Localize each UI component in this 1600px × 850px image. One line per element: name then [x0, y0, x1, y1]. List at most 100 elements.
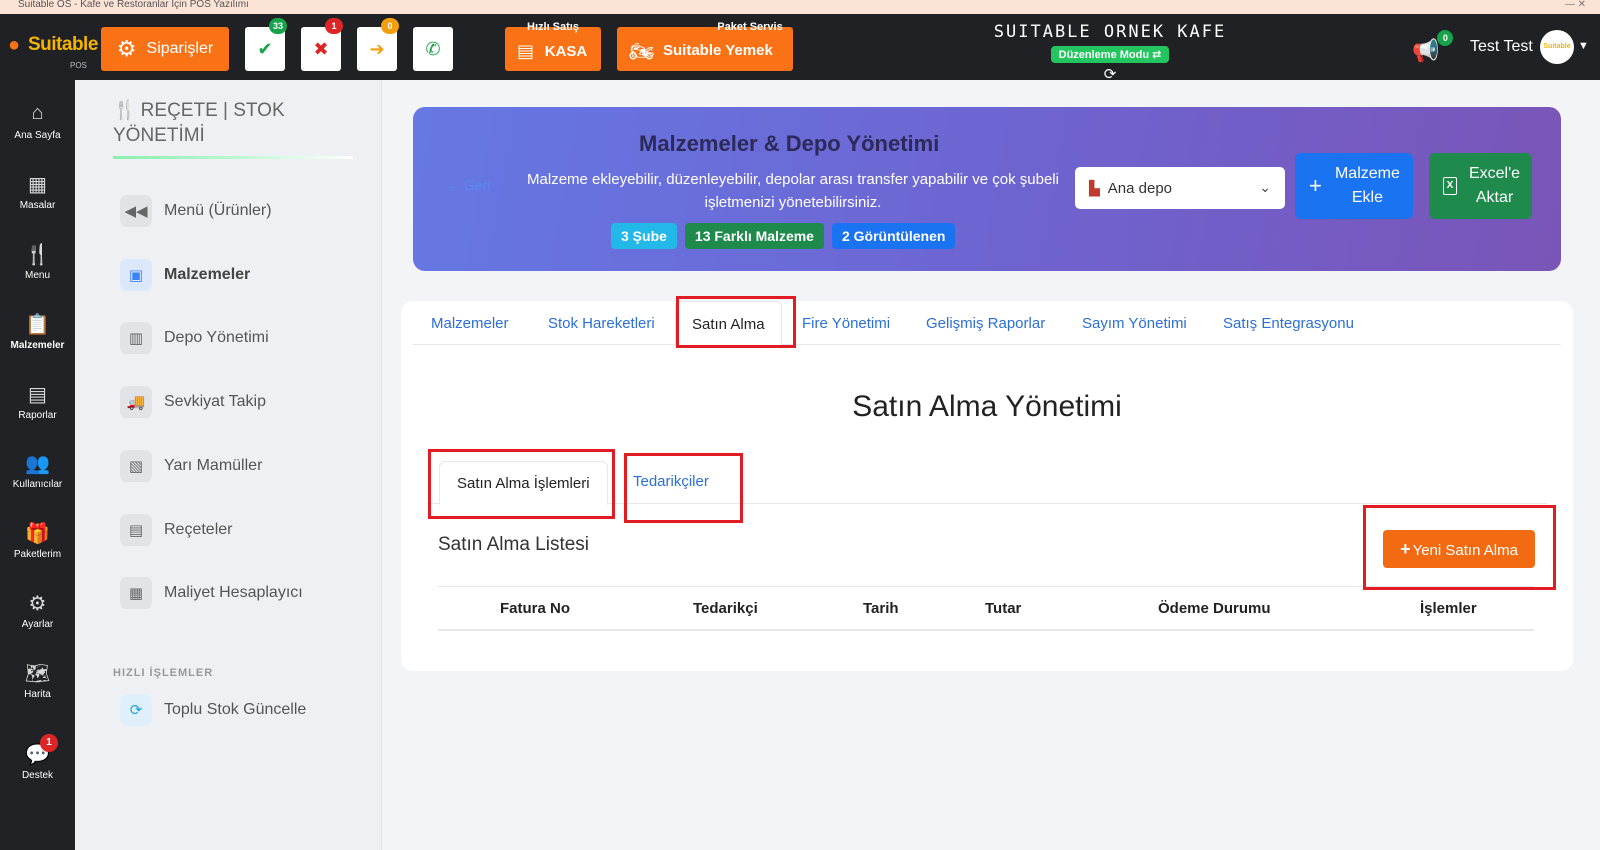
tab-purchase[interactable]: Satın Alma	[675, 301, 782, 346]
paket-caption: Paket Servis	[717, 21, 783, 33]
fork-knife-icon: 🍴	[113, 100, 137, 121]
rail-item-label: Kullanıcılar	[12, 479, 63, 490]
rail-item-label: Menu	[24, 270, 50, 281]
window-controls[interactable]: — ✕	[1565, 0, 1586, 10]
rail-item-tables[interactable]: ▦ Masalar	[0, 172, 75, 211]
stock-sidebar: 🍴 REÇETE | STOK YÖNETİMİ ◀◀ Menü (Ürünler)…	[75, 80, 382, 850]
gears-icon: ⚙	[116, 36, 137, 61]
refresh-icon[interactable]: ⟳	[975, 65, 1245, 83]
stat-chip: 3 Şube	[611, 223, 677, 249]
tab-stock-movements[interactable]: Stok Hareketleri	[548, 315, 655, 332]
sidebar-item-cost-calculator[interactable]: ▦ Maliyet Hesaplayıcı	[120, 576, 303, 610]
column-header: Fatura No	[500, 600, 571, 617]
sidebar-item-menu-products[interactable]: ◀◀ Menü (Ürünler)	[120, 194, 272, 228]
quick-cancel-button[interactable]: ✖ 1	[301, 18, 343, 71]
rail-item-materials[interactable]: 📋 Malzemeler	[0, 312, 75, 351]
rail-item-settings[interactable]: ⚙ Ayarlar	[0, 591, 75, 630]
megaphone-icon: 📢	[1412, 38, 1440, 63]
sidebar-title-underline	[113, 156, 353, 159]
caret-down-icon[interactable]: ▼	[1578, 40, 1589, 52]
avatar[interactable]: Suitable	[1540, 30, 1574, 64]
new-purchase-button[interactable]: + Yeni Satın Alma	[1383, 530, 1535, 568]
sidebar-item-recipes[interactable]: ▤ Reçeteler	[120, 513, 232, 547]
column-header: Ödeme Durumu	[1158, 600, 1271, 617]
sidebar-item-warehouse[interactable]: ▥ Depo Yönetimi	[120, 321, 269, 355]
quick-actions-heading: HIZLI İŞLEMLER	[113, 667, 214, 679]
rail-item-label: Raporlar	[18, 410, 57, 421]
window-titlebar: Suitable OS - Kafe ve Restoranlar İçin P…	[0, 0, 1600, 14]
edit-mode-toggle[interactable]: Düzenleme Modu ⇄	[1050, 46, 1170, 63]
orders-label: Siparişler	[146, 40, 214, 57]
settings-icon: ⚙	[28, 593, 47, 615]
logo-text: Suitable	[28, 34, 98, 55]
main-nav-rail: ⌂ Ana Sayfa ▦ Masalar 🍴 Menu 📋 Malzemeler ▤ Rapor…	[0, 80, 75, 850]
users-icon: 👥	[25, 453, 50, 475]
recipes-icon: ▤	[120, 514, 152, 546]
purchase-list-title: Satın Alma Listesi	[438, 534, 590, 555]
sidebar-item-semi-products[interactable]: ▧ Yarı Mamüller	[120, 449, 262, 483]
excel-icon: X	[1443, 177, 1457, 195]
rail-item-reports[interactable]: ▤ Raporlar	[0, 382, 75, 421]
tab-sales-integration[interactable]: Satış Entegrasyonu	[1223, 315, 1354, 332]
hero-stat-chips: 3 Şube 13 Farklı Malzeme 2 Görüntülenen	[611, 223, 956, 249]
quick-transfer-button[interactable]: ➔ 0	[357, 18, 399, 71]
tab-materials[interactable]: Malzemeler	[431, 315, 509, 332]
tab-waste[interactable]: Fire Yönetimi	[802, 315, 890, 332]
quick-approve-button[interactable]: ✔ 33	[245, 18, 287, 71]
home-icon: ⌂	[31, 102, 44, 124]
window-title: Suitable OS - Kafe ve Restoranlar İçin P…	[18, 0, 249, 10]
plus-icon: +	[1400, 539, 1411, 559]
rail-item-users[interactable]: 👥 Kullanıcılar	[0, 451, 75, 490]
motorcycle-icon: 🏍	[629, 41, 655, 63]
location-pin-icon: ●	[8, 34, 21, 56]
hero-title: Malzemeler & Depo Yönetimi	[639, 131, 940, 156]
transfer-icon: ➔	[369, 38, 385, 59]
rail-item-label: Destek	[21, 770, 54, 781]
shipment-icon: 🚚	[120, 386, 152, 418]
orders-button[interactable]: ⚙ Siparişler	[101, 27, 229, 71]
back-link[interactable]: ← Geri	[446, 177, 490, 193]
tab-count[interactable]: Sayım Yönetimi	[1082, 315, 1187, 332]
rail-item-packages[interactable]: 🎁 Paketlerim	[0, 521, 75, 560]
quick-sale-kasa-button[interactable]: Hızlı Satış ▤ KASA	[505, 21, 601, 71]
tab-advanced-reports[interactable]: Gelişmiş Raporlar	[926, 315, 1045, 332]
materials-hero-banner: ← Geri Malzemeler & Depo Yönetimi Malzem…	[413, 107, 1561, 271]
rail-item-label: Paketlerim	[13, 549, 62, 560]
cafe-header: SUITABLE ORNEK KAFE Düzenleme Modu ⇄ ⟳	[975, 22, 1245, 83]
kasa-label: KASA	[544, 43, 588, 60]
add-material-button[interactable]: + Malzeme Ekle	[1295, 153, 1413, 219]
quick-phone-button[interactable]: ✆	[413, 27, 453, 71]
rail-item-home[interactable]: ⌂ Ana Sayfa	[0, 102, 75, 141]
sidebar-title: 🍴 REÇETE | STOK YÖNETİMİ	[113, 100, 285, 146]
support-icon: 💬	[25, 744, 50, 766]
logo-subtext: POS	[70, 61, 87, 70]
column-header: Tarih	[863, 600, 899, 617]
cost-calculator-icon: ▦	[120, 577, 152, 609]
sidebar-item-label: Toplu Stok Güncelle	[164, 701, 307, 718]
stat-chip: 2 Görüntülenen	[831, 223, 956, 249]
cafe-name: SUITABLE ORNEK KAFE	[993, 22, 1227, 42]
rail-item-support[interactable]: 💬 Destek 1	[0, 734, 75, 781]
sidebar-item-bulk-stock-update[interactable]: ⟳ Toplu Stok Güncelle	[120, 693, 306, 727]
package-service-button[interactable]: Paket Servis 🏍 Suitable Yemek	[617, 21, 793, 71]
sidebar-item-materials[interactable]: ▣ Malzemeler	[120, 258, 250, 292]
chevron-down-icon: ⌄	[1259, 179, 1271, 195]
tables-icon: ▦	[28, 174, 47, 196]
app-logo[interactable]: ● Suitable POS	[8, 28, 98, 70]
sidebar-item-shipment[interactable]: 🚚 Sevkiyat Takip	[120, 385, 266, 419]
export-excel-label: Excel'e Aktar	[1468, 165, 1521, 206]
rail-item-map[interactable]: 🗺 Harita	[0, 661, 75, 700]
announcement-button[interactable]: 📢 0	[1412, 30, 1454, 64]
sidebar-item-label: Malzemeler	[164, 266, 251, 283]
depot-select[interactable]: ▙ Ana depo ⌄	[1075, 167, 1285, 209]
subtab-suppliers[interactable]: Tedarikçiler	[633, 473, 709, 490]
sidebar-item-label: Depo Yönetimi	[164, 329, 269, 346]
rail-item-menu[interactable]: 🍴 Menu	[0, 242, 75, 281]
approve-icon: ✔	[257, 38, 273, 59]
subtab-purchase-operations[interactable]: Satın Alma İşlemleri	[439, 461, 608, 505]
export-excel-button[interactable]: X Excel'e Aktar	[1429, 153, 1532, 219]
rail-item-label: Ana Sayfa	[14, 130, 61, 141]
user-name[interactable]: Test Test	[1470, 38, 1533, 56]
sidebar-item-label: Yarı Mamüller	[164, 457, 263, 474]
phone-icon: ✆	[425, 38, 441, 59]
